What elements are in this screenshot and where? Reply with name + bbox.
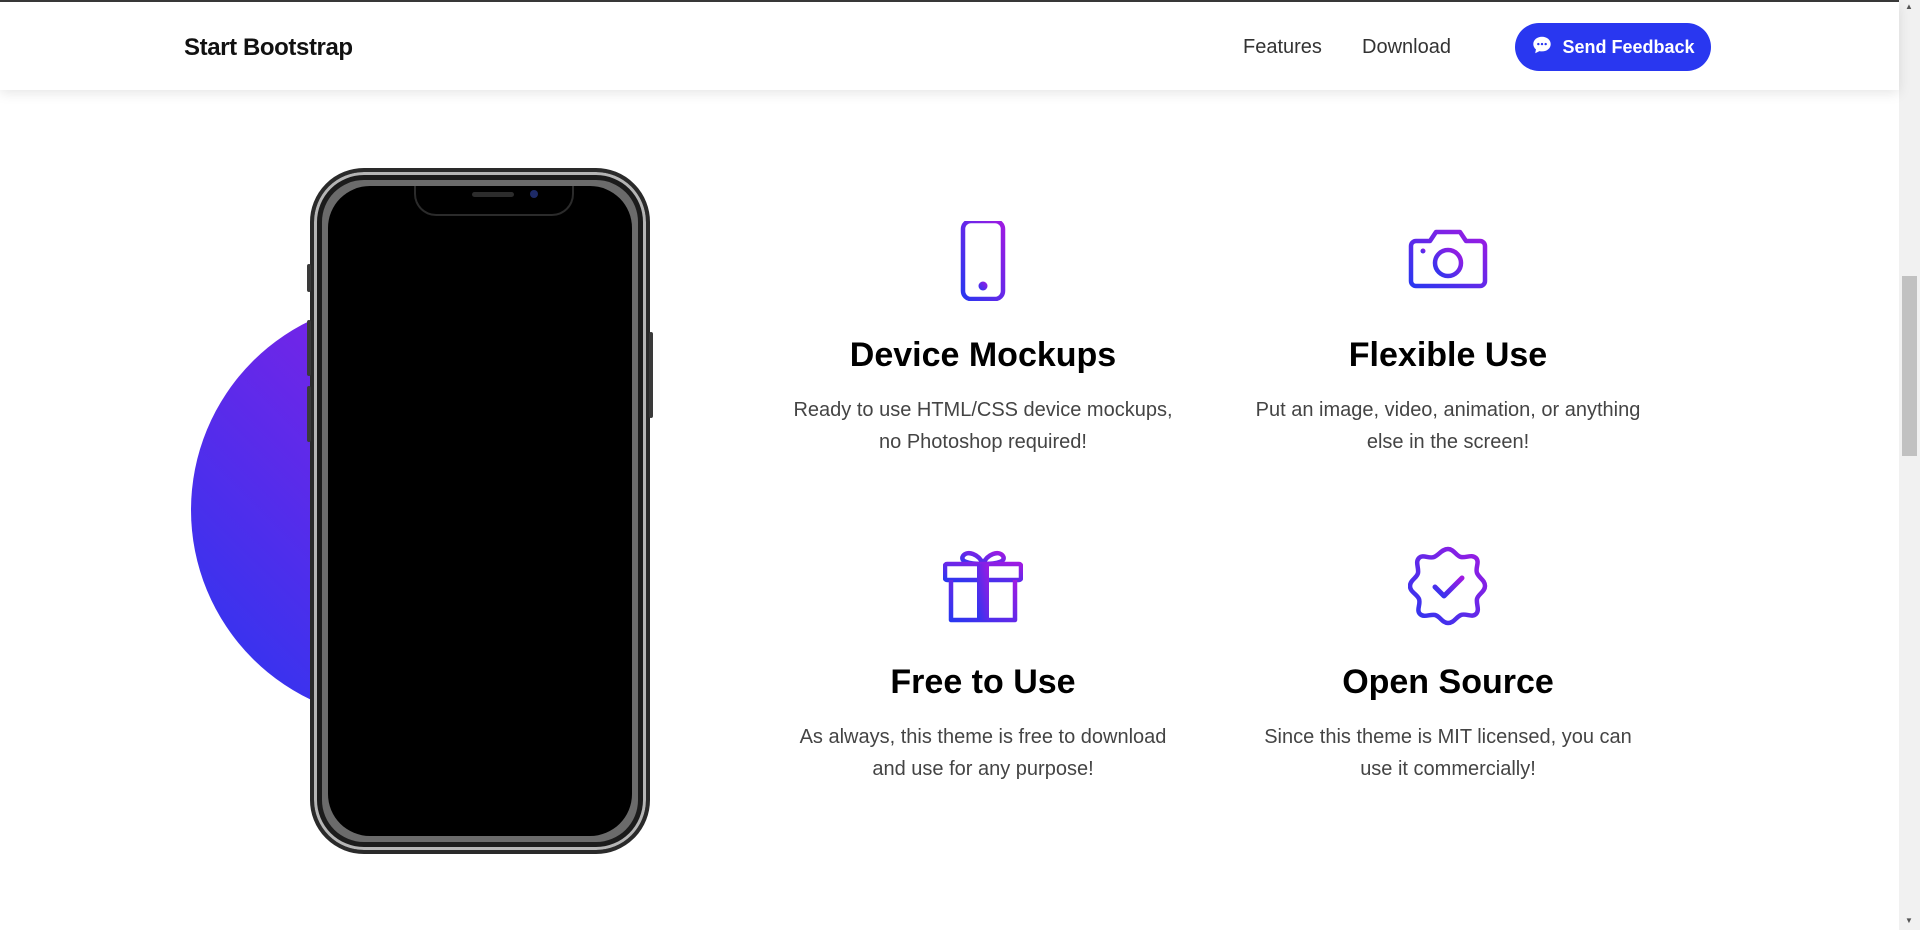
- vertical-scrollbar[interactable]: [1899, 0, 1920, 930]
- feature-title: Open Source: [1342, 663, 1554, 701]
- feature-title: Device Mockups: [849, 336, 1117, 374]
- scroll-up-arrow-icon[interactable]: ▲: [1905, 2, 1913, 11]
- chat-icon: [1531, 34, 1553, 61]
- scrollbar-thumb[interactable]: [1902, 276, 1917, 456]
- phone-icon: [943, 218, 1023, 302]
- scroll-down-arrow-icon[interactable]: ▼: [1905, 916, 1913, 925]
- phone-mute-switch: [307, 264, 311, 292]
- phone-camera: [530, 190, 538, 198]
- brand-logo[interactable]: Start Bootstrap: [184, 34, 353, 62]
- nav-link-features[interactable]: Features: [1243, 36, 1322, 59]
- feature-description: Ready to use HTML/CSS device mockups, no…: [793, 399, 1173, 453]
- phone-power-button: [649, 332, 653, 418]
- feature-title: Free to Use: [890, 663, 1076, 701]
- gift-icon: [942, 546, 1024, 626]
- feature-description: As always, this theme is free to downloa…: [799, 726, 1167, 780]
- phone-speaker: [472, 192, 514, 197]
- feature-description: Since this theme is MIT licensed, you ca…: [1264, 726, 1632, 780]
- phone-notch: [414, 186, 574, 216]
- nav-link-download[interactable]: Download: [1362, 36, 1451, 59]
- phone-mockup: [307, 168, 653, 854]
- feature-description: Put an image, video, animation, or anyth…: [1255, 399, 1641, 453]
- send-feedback-button[interactable]: Send Feedback: [1515, 23, 1711, 71]
- phone-screen: [328, 186, 632, 836]
- camera-icon: [1408, 221, 1488, 301]
- phone-volume-down: [307, 386, 311, 442]
- send-feedback-label: Send Feedback: [1562, 36, 1695, 57]
- phone-volume-up: [307, 320, 311, 376]
- feature-title: Flexible Use: [1348, 336, 1548, 374]
- patch-check-icon: [1407, 546, 1488, 626]
- navbar: Start Bootstrap Features Download Send F…: [0, 2, 1899, 90]
